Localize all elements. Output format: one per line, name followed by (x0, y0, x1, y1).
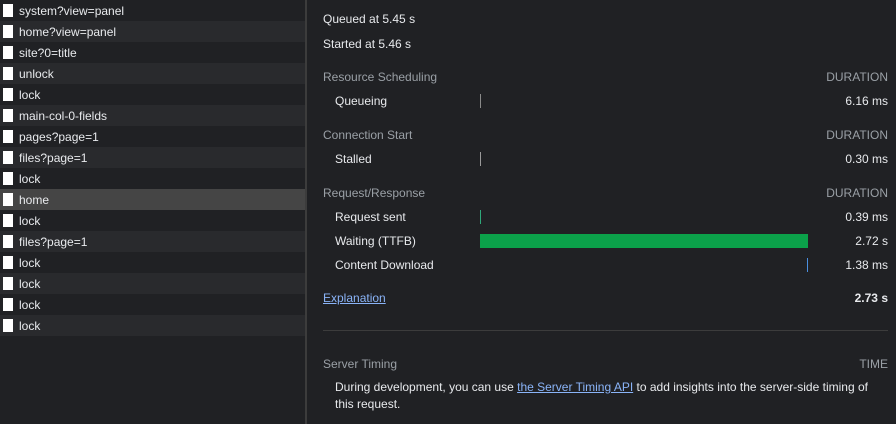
timing-value: 0.39 ms (845, 210, 888, 224)
request-row[interactable]: home?view=panel (0, 21, 305, 42)
document-icon (3, 235, 13, 248)
request-name: lock (19, 171, 41, 186)
document-icon (3, 88, 13, 101)
section-server-timing: Server Timing TIME (323, 357, 888, 371)
request-name: lock (19, 276, 41, 291)
section-title: Connection Start (323, 128, 413, 142)
request-row[interactable]: lock (0, 315, 305, 336)
timing-value: 6.16 ms (845, 94, 888, 108)
server-timing-description: During development, you can use the Serv… (335, 379, 876, 413)
timing-bar-area (480, 94, 808, 108)
request-row[interactable]: lock (0, 210, 305, 231)
request-row[interactable]: site?0=title (0, 42, 305, 63)
document-icon (3, 4, 13, 17)
started-at: Started at 5.46 s (323, 37, 412, 51)
document-icon (3, 109, 13, 122)
timing-panel: Queued at 5.45 s Started at 5.46 s Resou… (307, 0, 896, 424)
timing-label: Queueing (335, 94, 388, 108)
request-row[interactable]: lock (0, 168, 305, 189)
request-name: lock (19, 255, 41, 270)
section-divider (323, 330, 888, 331)
timing-value: 0.30 ms (845, 152, 888, 166)
document-icon (3, 256, 13, 269)
request-sent-bar (480, 210, 481, 224)
section-title: Request/Response (323, 186, 426, 200)
timing-bar-area (480, 210, 808, 224)
section-request-response: Request/Response DURATION (323, 186, 888, 200)
request-row[interactable]: unlock (0, 63, 305, 84)
document-icon (3, 67, 13, 80)
request-name: unlock (19, 66, 54, 81)
request-row[interactable]: lock (0, 252, 305, 273)
request-row[interactable]: files?page=1 (0, 231, 305, 252)
document-icon (3, 277, 13, 290)
timing-row-waiting: Waiting (TTFB) 2.72 s (335, 232, 888, 250)
timing-bar-area (480, 258, 808, 272)
request-name: home?view=panel (19, 24, 117, 39)
timing-value: 1.38 ms (845, 258, 888, 272)
document-icon (3, 214, 13, 227)
stalled-bar (480, 152, 481, 166)
request-name: lock (19, 297, 41, 312)
section-resource-scheduling: Resource Scheduling DURATION (323, 70, 888, 84)
request-row[interactable]: main-col-0-fields (0, 105, 305, 126)
document-icon (3, 46, 13, 59)
duration-header: DURATION (826, 186, 888, 200)
document-icon (3, 193, 13, 206)
document-icon (3, 25, 13, 38)
explanation-link[interactable]: Explanation (323, 291, 386, 305)
timing-row-stalled: Stalled 0.30 ms (335, 150, 888, 168)
request-row[interactable]: lock (0, 294, 305, 315)
request-list: system?view=panel home?view=panel site?0… (0, 0, 305, 424)
content-download-bar (807, 258, 808, 272)
timing-row-request-sent: Request sent 0.39 ms (335, 208, 888, 226)
server-timing-api-link[interactable]: the Server Timing API (517, 380, 633, 394)
request-name: lock (19, 87, 41, 102)
timing-row-content-download: Content Download 1.38 ms (335, 256, 888, 274)
server-timing-text-before: During development, you can use (335, 380, 518, 394)
timing-bar-area (480, 152, 808, 166)
total-duration: 2.73 s (854, 291, 888, 305)
request-name: main-col-0-fields (19, 108, 108, 123)
request-name: lock (19, 318, 41, 333)
timing-value: 2.72 s (855, 234, 888, 248)
queueing-bar (480, 94, 481, 108)
request-name: files?page=1 (19, 150, 88, 165)
document-icon (3, 130, 13, 143)
request-row-selected[interactable]: home (0, 189, 305, 210)
section-connection-start: Connection Start DURATION (323, 128, 888, 142)
request-row[interactable]: lock (0, 84, 305, 105)
timing-label: Content Download (335, 258, 434, 272)
request-row[interactable]: lock (0, 273, 305, 294)
request-row[interactable]: pages?page=1 (0, 126, 305, 147)
duration-header: DURATION (826, 128, 888, 142)
time-header: TIME (859, 357, 888, 371)
request-name: site?0=title (19, 45, 77, 60)
request-name: pages?page=1 (19, 129, 99, 144)
request-row[interactable]: files?page=1 (0, 147, 305, 168)
request-name: system?view=panel (19, 3, 125, 18)
document-icon (3, 172, 13, 185)
duration-header: DURATION (826, 70, 888, 84)
document-icon (3, 298, 13, 311)
section-title: Server Timing (323, 357, 398, 371)
request-name: files?page=1 (19, 234, 88, 249)
timing-row-queueing: Queueing 6.16 ms (335, 92, 888, 110)
timing-bar-area (480, 234, 808, 248)
waiting-ttfb-bar (480, 234, 808, 248)
timing-label: Waiting (TTFB) (335, 234, 416, 248)
section-title: Resource Scheduling (323, 70, 438, 84)
document-icon (3, 151, 13, 164)
queued-at: Queued at 5.45 s (323, 12, 416, 26)
timing-label: Stalled (335, 152, 372, 166)
timing-label: Request sent (335, 210, 406, 224)
request-name: home (19, 192, 50, 207)
document-icon (3, 319, 13, 332)
request-name: lock (19, 213, 41, 228)
request-row[interactable]: system?view=panel (0, 0, 305, 21)
